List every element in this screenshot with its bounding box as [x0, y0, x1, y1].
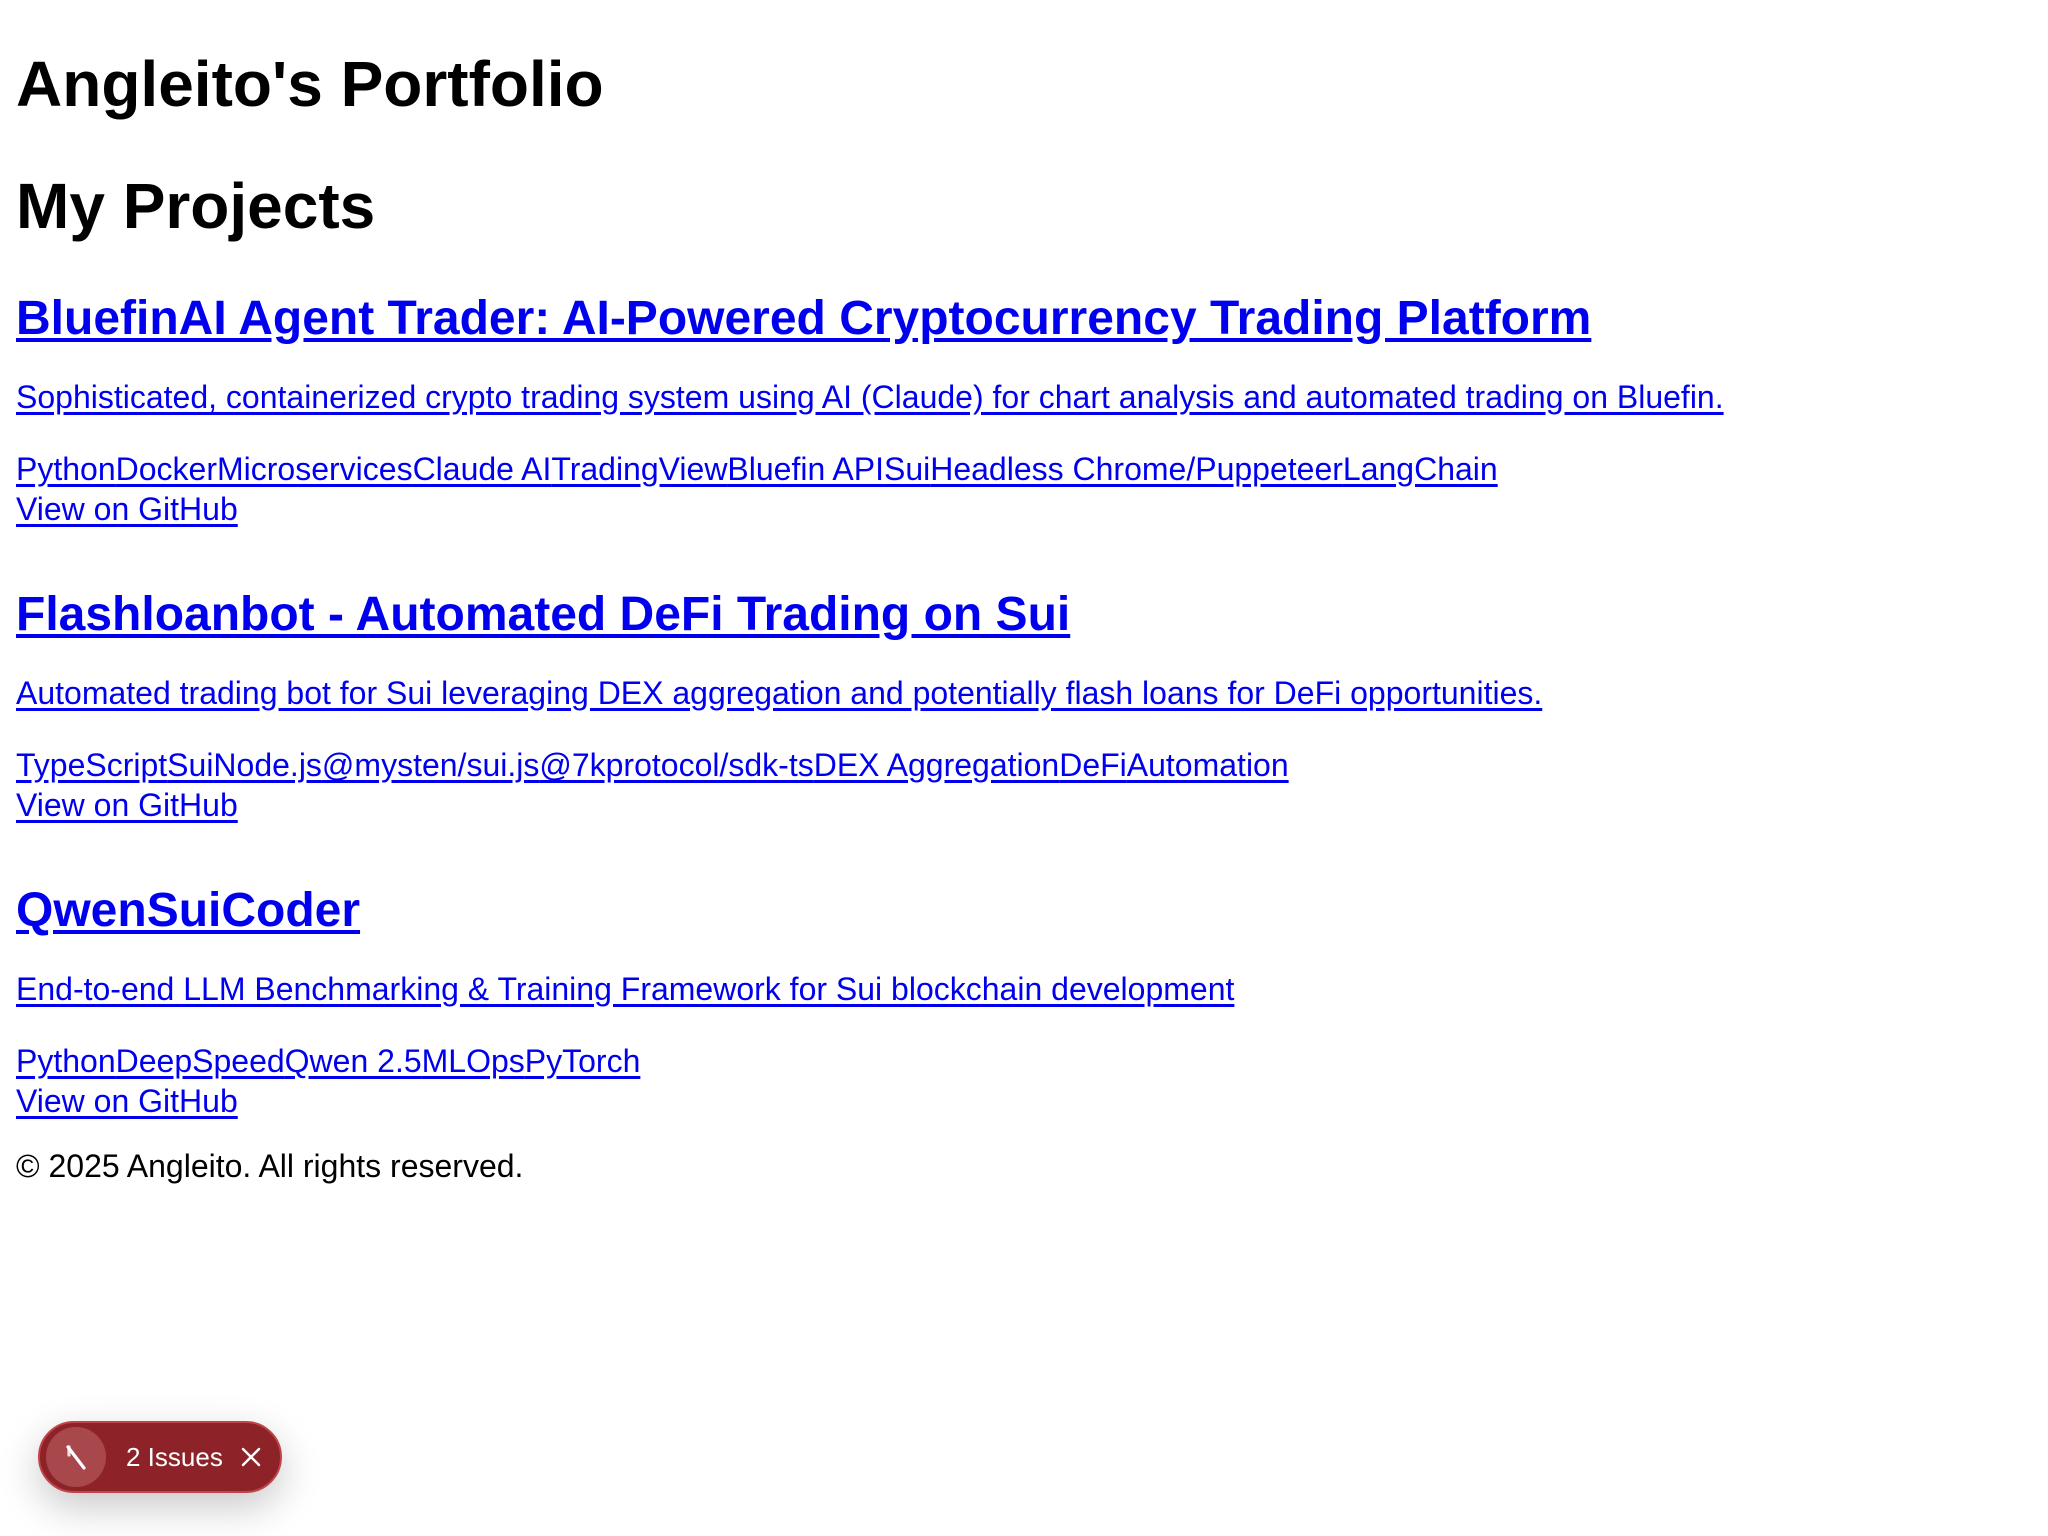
- tag: DeepSpeed: [115, 1043, 285, 1079]
- issues-badge[interactable]: 2 Issues: [38, 1421, 282, 1493]
- project-title[interactable]: QwenSuiCoder: [16, 881, 360, 941]
- tag: Node.js: [213, 747, 322, 783]
- tag: TradingView: [551, 451, 728, 487]
- project-tags-link[interactable]: TypeScriptSuiNode.js@mysten/sui.js@7kpro…: [16, 747, 1289, 783]
- project-description[interactable]: Sophisticated, containerized crypto trad…: [16, 377, 1724, 417]
- tag: Docker: [115, 451, 217, 487]
- project-title-link[interactable]: BluefinAI Agent Trader: AI-Powered Crypt…: [16, 292, 1591, 345]
- project-description-link[interactable]: Sophisticated, containerized crypto trad…: [16, 379, 1724, 415]
- tag: Headless Chrome/Puppeteer: [930, 451, 1343, 487]
- project-title-link[interactable]: Flashloanbot - Automated DeFi Trading on…: [16, 588, 1070, 641]
- project-tags[interactable]: PythonDeepSpeedQwen 2.5MLOpsPyTorch: [16, 1041, 640, 1081]
- github-link-container: View on GitHub: [16, 489, 238, 529]
- tag: Claude AI: [412, 451, 552, 487]
- tag: Sui: [167, 747, 214, 783]
- tag: MLOps: [421, 1043, 525, 1079]
- next-logo-icon-svg: [66, 1445, 86, 1470]
- github-link[interactable]: View on GitHub: [16, 1083, 238, 1119]
- tag: Sui: [883, 451, 931, 487]
- github-link[interactable]: View on GitHub: [16, 491, 238, 527]
- site-title: Angleito's Portfolio: [16, 48, 604, 120]
- tag: @mysten/sui.js: [321, 747, 540, 783]
- tag: TypeScript: [16, 747, 168, 783]
- close-icon[interactable]: [237, 1443, 265, 1471]
- section-title: My Projects: [16, 170, 376, 242]
- project-tags[interactable]: PythonDockerMicroservicesClaude AITradin…: [16, 449, 1498, 489]
- tag: PyTorch: [524, 1043, 641, 1079]
- github-link-container: View on GitHub: [16, 785, 238, 825]
- tag: Python: [16, 451, 116, 487]
- tag: Qwen 2.5: [284, 1043, 422, 1079]
- project-description-link[interactable]: Automated trading bot for Sui leveraging…: [16, 675, 1542, 711]
- next-logo-icon[interactable]: [46, 1427, 106, 1487]
- project-tags[interactable]: TypeScriptSuiNode.js@mysten/sui.js@7kpro…: [16, 745, 1289, 785]
- project-description[interactable]: Automated trading bot for Sui leveraging…: [16, 673, 1542, 713]
- close-icon-svg: [241, 1447, 261, 1467]
- tag: DEX Aggregation: [813, 747, 1060, 783]
- tag: DeFi: [1059, 747, 1127, 783]
- tag: LangChain: [1342, 451, 1498, 487]
- github-link[interactable]: View on GitHub: [16, 787, 238, 823]
- tag: Microservices: [216, 451, 413, 487]
- tag: @7kprotocol/sdk-ts: [539, 747, 814, 783]
- tag: Bluefin API: [727, 451, 884, 487]
- project-title[interactable]: Flashloanbot - Automated DeFi Trading on…: [16, 585, 1070, 645]
- issues-count-label[interactable]: 2 Issues: [126, 1442, 223, 1473]
- project-description[interactable]: End-to-end LLM Benchmarking & Training F…: [16, 969, 1234, 1009]
- project-description-link[interactable]: End-to-end LLM Benchmarking & Training F…: [16, 971, 1234, 1007]
- tag: Automation: [1126, 747, 1289, 783]
- github-link-container: View on GitHub: [16, 1081, 238, 1121]
- project-tags-link[interactable]: PythonDeepSpeedQwen 2.5MLOpsPyTorch: [16, 1043, 640, 1079]
- footer-copyright: © 2025 Angleito. All rights reserved.: [16, 1148, 524, 1184]
- project-title-link[interactable]: QwenSuiCoder: [16, 884, 360, 937]
- project-tags-link[interactable]: PythonDockerMicroservicesClaude AITradin…: [16, 451, 1498, 487]
- project-title[interactable]: BluefinAI Agent Trader: AI-Powered Crypt…: [16, 289, 1591, 349]
- tag: Python: [16, 1043, 116, 1079]
